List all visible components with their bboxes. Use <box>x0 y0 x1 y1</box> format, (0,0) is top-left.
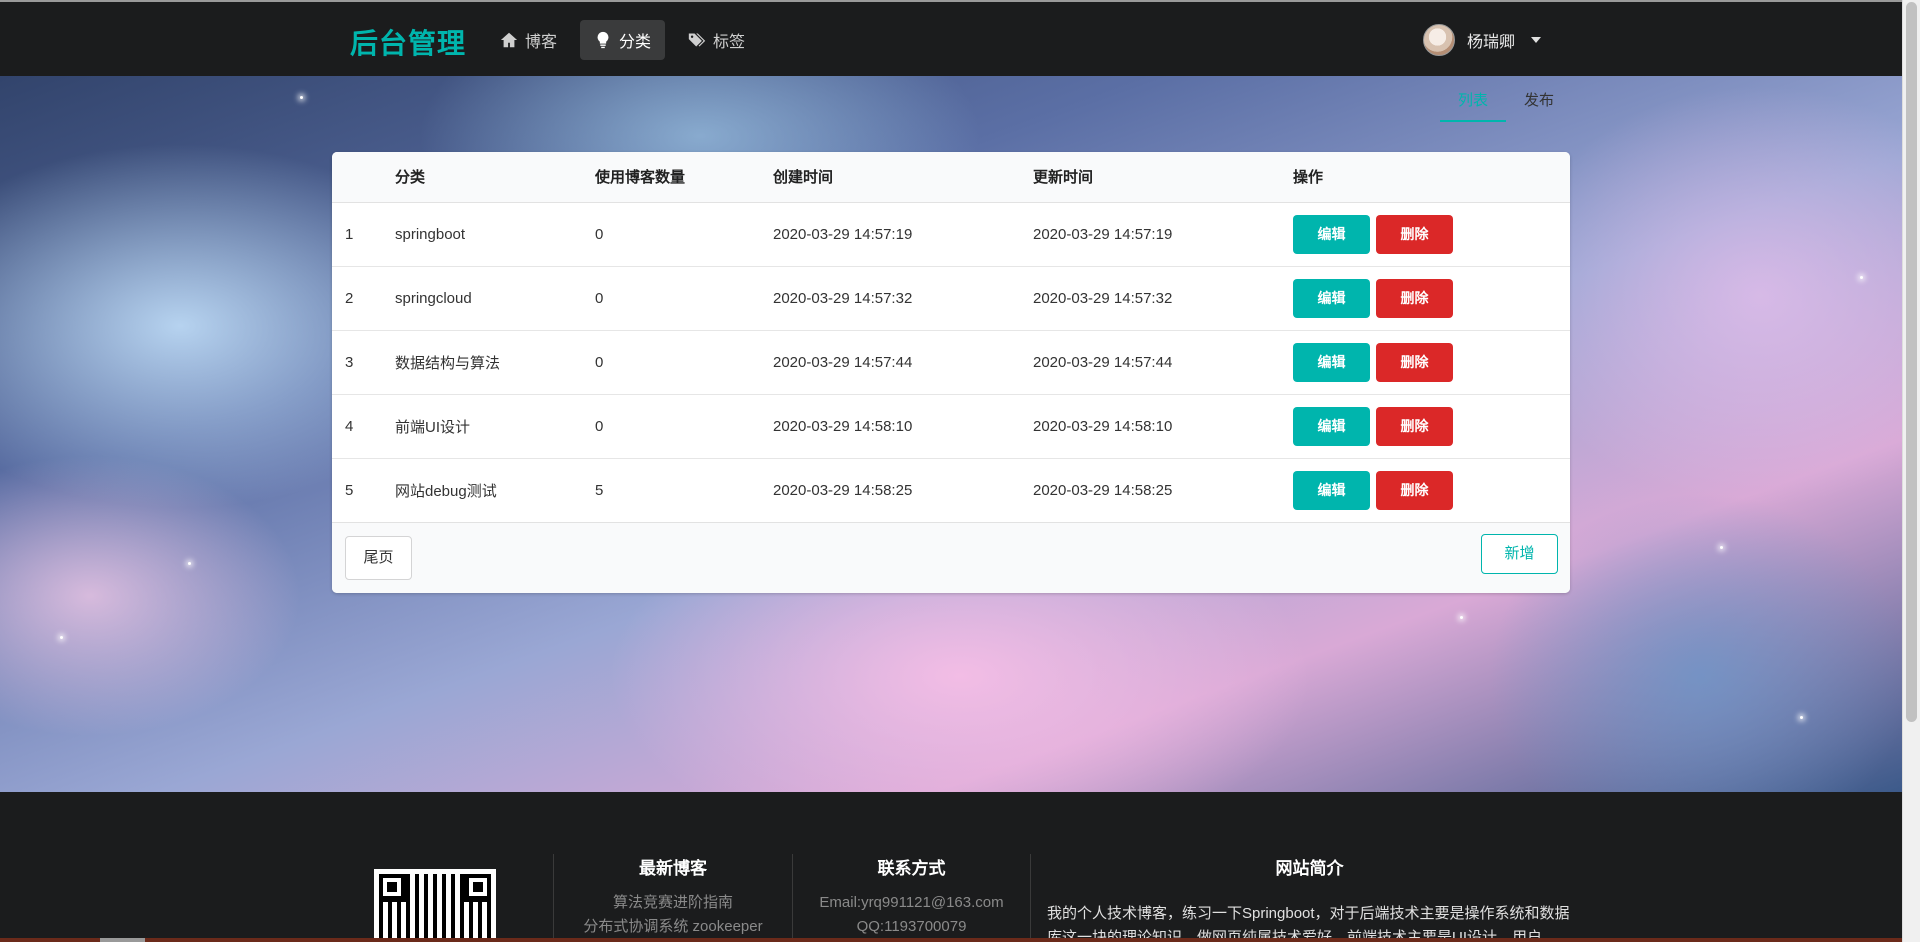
column-header-created: 创建时间 <box>773 152 1033 203</box>
contact-qq: QQ:1193700079 <box>856 918 967 935</box>
created-time: 2020-03-29 14:57:19 <box>773 225 913 243</box>
nav-item-label: 分类 <box>619 34 652 51</box>
qr-code-image <box>374 869 496 942</box>
created-time: 2020-03-29 14:57:32 <box>773 289 913 307</box>
blog-count: 0 <box>595 417 604 435</box>
category-name: 前端UI设计 <box>395 418 471 436</box>
site-intro-text: 我的个人技术博客，练习一下Springboot，对于后端技术主要是操作系统和数据… <box>1047 905 1570 942</box>
delete-button[interactable]: 删除 <box>1376 406 1453 446</box>
delete-button[interactable]: 删除 <box>1376 470 1453 510</box>
edit-button[interactable]: 编辑 <box>1293 470 1370 510</box>
delete-button[interactable]: 删除 <box>1376 214 1453 254</box>
vertical-scrollbar[interactable] <box>1902 0 1920 942</box>
taskbar-strip <box>0 938 1902 942</box>
edit-button[interactable]: 编辑 <box>1293 278 1370 318</box>
nav-item-label: 博客 <box>525 34 558 51</box>
updated-time: 2020-03-29 14:58:10 <box>1033 417 1173 435</box>
row-actions: 编辑 删除 <box>1293 458 1570 522</box>
footer-latest-blogs: 最新博客 算法竞赛进阶指南 分布式协调系统 zookeeper <box>554 854 792 939</box>
row-index: 3 <box>345 353 354 371</box>
column-header-count: 使用博客数量 <box>595 152 773 203</box>
blog-count: 0 <box>595 289 604 307</box>
row-actions: 编辑 删除 <box>1293 394 1570 458</box>
updated-time: 2020-03-29 14:57:44 <box>1033 353 1173 371</box>
nav-item-label: 标签 <box>713 34 746 51</box>
user-name: 杨瑞卿 <box>1467 34 1516 51</box>
category-table-card: 分类 使用博客数量 创建时间 更新时间 操作 1 springboot 0 20… <box>332 152 1570 593</box>
row-actions: 编辑 删除 <box>1293 202 1570 266</box>
table-footer: 尾页 新增 <box>332 522 1570 593</box>
row-index: 5 <box>345 481 354 499</box>
column-header-category: 分类 <box>395 152 595 203</box>
created-time: 2020-03-29 14:58:25 <box>773 481 913 499</box>
table-row: 5 网站debug测试 5 2020-03-29 14:58:25 2020-0… <box>332 458 1570 522</box>
contact-email: Email:yrq991121@163.com <box>819 894 1004 911</box>
row-index: 2 <box>345 289 354 307</box>
column-header-index <box>332 152 395 203</box>
updated-time: 2020-03-29 14:58:25 <box>1033 481 1173 499</box>
footer-about: 网站简介 <box>1031 854 1588 891</box>
table-row: 2 springcloud 0 2020-03-29 14:57:32 2020… <box>332 266 1570 330</box>
category-name: 数据结构与算法 <box>395 354 501 372</box>
category-name: springcloud <box>395 289 472 307</box>
user-menu[interactable]: 杨瑞卿 <box>1423 24 1542 56</box>
created-time: 2020-03-29 14:58:10 <box>773 417 913 435</box>
table-row: 1 springboot 0 2020-03-29 14:57:19 2020-… <box>332 202 1570 266</box>
brand-title[interactable]: 后台管理 <box>350 22 466 62</box>
row-actions: 编辑 删除 <box>1293 330 1570 394</box>
table-row: 4 前端UI设计 0 2020-03-29 14:58:10 2020-03-2… <box>332 394 1570 458</box>
blog-count: 0 <box>595 353 604 371</box>
category-table: 分类 使用博客数量 创建时间 更新时间 操作 1 springboot 0 20… <box>332 152 1570 523</box>
nav-item-category[interactable]: 分类 <box>580 20 666 60</box>
delete-button[interactable]: 删除 <box>1376 342 1453 382</box>
delete-button[interactable]: 删除 <box>1376 278 1453 318</box>
add-category-button[interactable]: 新增 <box>1481 534 1558 574</box>
edit-button[interactable]: 编辑 <box>1293 406 1370 446</box>
footer-heading: 联系方式 <box>877 859 946 878</box>
updated-time: 2020-03-29 14:57:32 <box>1033 289 1173 307</box>
row-index: 1 <box>345 225 354 243</box>
nav-item-tags[interactable]: 标签 <box>674 20 759 60</box>
footer-heading: 网站简介 <box>1275 859 1344 878</box>
footer-heading: 最新博客 <box>639 859 707 878</box>
footer-link[interactable]: 算法竞赛进阶指南 <box>554 891 792 915</box>
edit-button[interactable]: 编辑 <box>1293 214 1370 254</box>
table-row: 3 数据结构与算法 0 2020-03-29 14:57:44 2020-03-… <box>332 330 1570 394</box>
column-header-actions: 操作 <box>1293 152 1570 203</box>
home-icon <box>500 32 518 48</box>
row-index: 4 <box>345 417 354 435</box>
scrollbar-thumb[interactable] <box>1906 2 1917 722</box>
tab-publish[interactable]: 发布 <box>1506 88 1572 122</box>
blog-count: 0 <box>595 225 604 243</box>
updated-time: 2020-03-29 14:57:19 <box>1033 225 1173 243</box>
created-time: 2020-03-29 14:57:44 <box>773 353 913 371</box>
nav-item-blog[interactable]: 博客 <box>486 20 571 60</box>
blog-count: 5 <box>595 481 604 499</box>
category-name: 网站debug测试 <box>395 482 497 500</box>
site-footer: 最新博客 算法竞赛进阶指南 分布式协调系统 zookeeper 联系方式 Ema… <box>0 792 1902 942</box>
footer-contact: 联系方式 Email:yrq991121@163.com QQ:11937000… <box>793 854 1030 939</box>
footer-link[interactable]: 分布式协调系统 zookeeper <box>554 915 792 939</box>
view-tabs: 列表 发布 <box>1440 88 1572 122</box>
top-navbar: 后台管理 博客 分类 标签 杨瑞卿 <box>0 0 1902 76</box>
column-header-updated: 更新时间 <box>1033 152 1293 203</box>
tags-icon <box>688 33 706 47</box>
caret-down-icon <box>1531 37 1542 43</box>
last-page-button[interactable]: 尾页 <box>345 536 412 580</box>
row-actions: 编辑 删除 <box>1293 266 1570 330</box>
avatar <box>1423 24 1455 56</box>
edit-button[interactable]: 编辑 <box>1293 342 1370 382</box>
lightbulb-icon <box>597 31 609 49</box>
category-name: springboot <box>395 225 466 243</box>
table-header-row: 分类 使用博客数量 创建时间 更新时间 操作 <box>332 152 1570 203</box>
tab-list[interactable]: 列表 <box>1440 88 1506 122</box>
